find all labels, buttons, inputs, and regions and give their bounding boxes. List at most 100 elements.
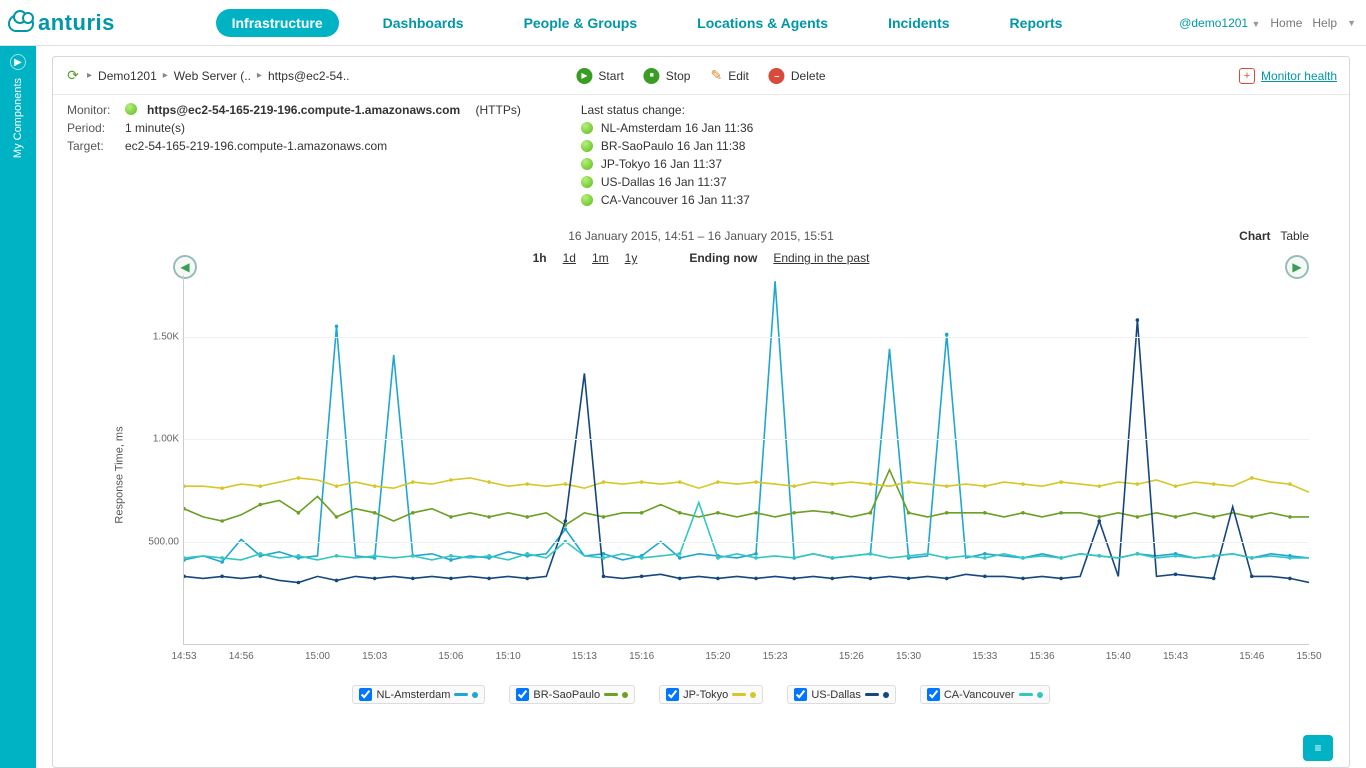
chart: Response Time, ms 500.001.00K1.50K14:531… (123, 275, 1309, 675)
breadcrumb: ⟳ ▸ Demo1201 ▸ Web Server (.. ▸ https@ec… (65, 68, 350, 84)
nav-infrastructure[interactable]: Infrastructure (216, 9, 339, 37)
logo[interactable]: anturis (8, 10, 115, 36)
ending-past[interactable]: Ending in the past (773, 251, 869, 265)
nav-incidents[interactable]: Incidents (872, 9, 965, 37)
delete-button[interactable]: Delete (769, 68, 826, 84)
monitor-health-link[interactable]: Monitor health (1261, 69, 1337, 83)
chart-plot: 500.001.00K1.50K14:5314:5615:0015:0315:0… (183, 275, 1309, 645)
start-button[interactable]: Start (576, 68, 623, 84)
panel-actions: Start Stop ✎Edit Delete (576, 67, 825, 84)
x-tick: 15:23 (763, 651, 788, 662)
legend-label: US-Dallas (811, 689, 861, 701)
x-tick: 15:03 (362, 651, 387, 662)
range-1d[interactable]: 1d (563, 251, 576, 265)
nav-people-groups[interactable]: People & Groups (508, 9, 654, 37)
play-icon (576, 68, 592, 84)
x-tick: 15:33 (972, 651, 997, 662)
pencil-icon: ✎ (710, 67, 722, 84)
refresh-icon[interactable]: ⟳ (65, 68, 81, 84)
x-tick: 15:06 (438, 651, 463, 662)
nav-locations-agents[interactable]: Locations & Agents (681, 9, 844, 37)
legend-item[interactable]: CA-Vancouver (920, 685, 1050, 704)
link-help[interactable]: Help (1312, 16, 1337, 30)
y-tick: 1.00K (129, 434, 179, 445)
chart-date-range: 16 January 2015, 14:51 – 16 January 2015… (93, 229, 1309, 243)
user-area: @demo1201 ▼ Home Help ▼ (1179, 16, 1356, 30)
x-tick: 14:53 (171, 651, 196, 662)
chart-header: 16 January 2015, 14:51 – 16 January 2015… (53, 229, 1349, 265)
y-tick: 500.00 (129, 536, 179, 547)
bc-sep-icon: ▸ (163, 70, 168, 81)
view-chart[interactable]: Chart (1239, 229, 1270, 243)
sidebar-label: My Components (12, 78, 24, 158)
legend-item[interactable]: BR-SaoPaulo (509, 685, 635, 704)
range-1m[interactable]: 1m (592, 251, 609, 265)
status-list: Last status change: NL-Amsterdam 16 Jan … (581, 103, 754, 207)
range-row: 1h 1d 1m 1y Ending now Ending in the pas… (93, 251, 1309, 265)
status-dot-icon (581, 140, 593, 152)
nav-reports[interactable]: Reports (994, 9, 1079, 37)
status-dot-icon (581, 122, 593, 134)
chat-button[interactable]: ≡ (1303, 735, 1333, 761)
user-menu[interactable]: @demo1201 ▼ (1179, 16, 1260, 30)
nav-dashboards[interactable]: Dashboards (367, 9, 480, 37)
view-table[interactable]: Table (1280, 229, 1309, 243)
legend-checkbox[interactable] (359, 688, 372, 701)
topbar: anturis Infrastructure Dashboards People… (0, 0, 1366, 46)
y-tick: 1.50K (129, 331, 179, 342)
delete-icon (769, 68, 785, 84)
range-1y[interactable]: 1y (625, 251, 638, 265)
chat-icon: ≡ (1314, 741, 1321, 755)
bc-webserver[interactable]: Web Server (.. (174, 69, 251, 83)
stop-button[interactable]: Stop (644, 68, 691, 84)
bc-sep-icon: ▸ (87, 70, 92, 81)
period-label: Period: (67, 121, 119, 135)
series-line (184, 320, 1309, 582)
target-label: Target: (67, 139, 119, 153)
legend-label: CA-Vancouver (944, 689, 1015, 701)
status-dot-icon (125, 103, 137, 115)
x-tick: 15:30 (896, 651, 921, 662)
view-toggle: Chart Table (1239, 229, 1309, 243)
bc-https[interactable]: https@ec2-54.. (268, 69, 350, 83)
stop-icon (644, 68, 660, 84)
x-tick: 15:16 (629, 651, 654, 662)
monitor-info: Monitor:https@ec2-54-165-219-196.compute… (53, 95, 1349, 211)
bc-demo[interactable]: Demo1201 (98, 69, 157, 83)
legend-label: JP-Tokyo (683, 689, 728, 701)
x-tick: 15:36 (1030, 651, 1055, 662)
link-home[interactable]: Home (1270, 16, 1302, 30)
legend-checkbox[interactable] (666, 688, 679, 701)
logo-cloud-icon (8, 14, 34, 32)
status-dot-icon (581, 194, 593, 206)
x-tick: 15:26 (839, 651, 864, 662)
status-dot-icon (581, 158, 593, 170)
legend-item[interactable]: US-Dallas (787, 685, 896, 704)
logo-text: anturis (38, 10, 115, 36)
x-tick: 15:50 (1296, 651, 1321, 662)
panel-actions-right: Monitor health (1239, 68, 1337, 84)
legend-checkbox[interactable] (794, 688, 807, 701)
y-axis-label: Response Time, ms (114, 426, 126, 523)
ending-now[interactable]: Ending now (689, 251, 757, 265)
series-line (184, 478, 1309, 492)
chevron-down-icon: ▼ (1347, 18, 1356, 28)
x-tick: 15:20 (705, 651, 730, 662)
period-value: 1 minute(s) (125, 121, 185, 135)
monitor-label: Monitor: (67, 103, 119, 117)
legend-item[interactable]: NL-Amsterdam (352, 685, 485, 704)
panel-toolbar: ⟳ ▸ Demo1201 ▸ Web Server (.. ▸ https@ec… (53, 57, 1349, 95)
monitor-proto: (HTTPs) (476, 103, 521, 117)
chart-legend: NL-Amsterdam BR-SaoPaulo JP-Tokyo US-Dal… (53, 685, 1349, 704)
x-tick: 15:43 (1163, 651, 1188, 662)
status-dot-icon (581, 176, 593, 188)
range-1h[interactable]: 1h (533, 251, 547, 265)
monitor-details: Monitor:https@ec2-54-165-219-196.compute… (67, 103, 521, 207)
edit-button[interactable]: ✎Edit (710, 67, 748, 84)
monitor-panel: ⟳ ▸ Demo1201 ▸ Web Server (.. ▸ https@ec… (52, 56, 1350, 768)
legend-item[interactable]: JP-Tokyo (659, 685, 763, 704)
legend-checkbox[interactable] (516, 688, 529, 701)
legend-label: NL-Amsterdam (376, 689, 450, 701)
sidebar-expand-icon[interactable]: ▶ (10, 54, 26, 70)
legend-checkbox[interactable] (927, 688, 940, 701)
